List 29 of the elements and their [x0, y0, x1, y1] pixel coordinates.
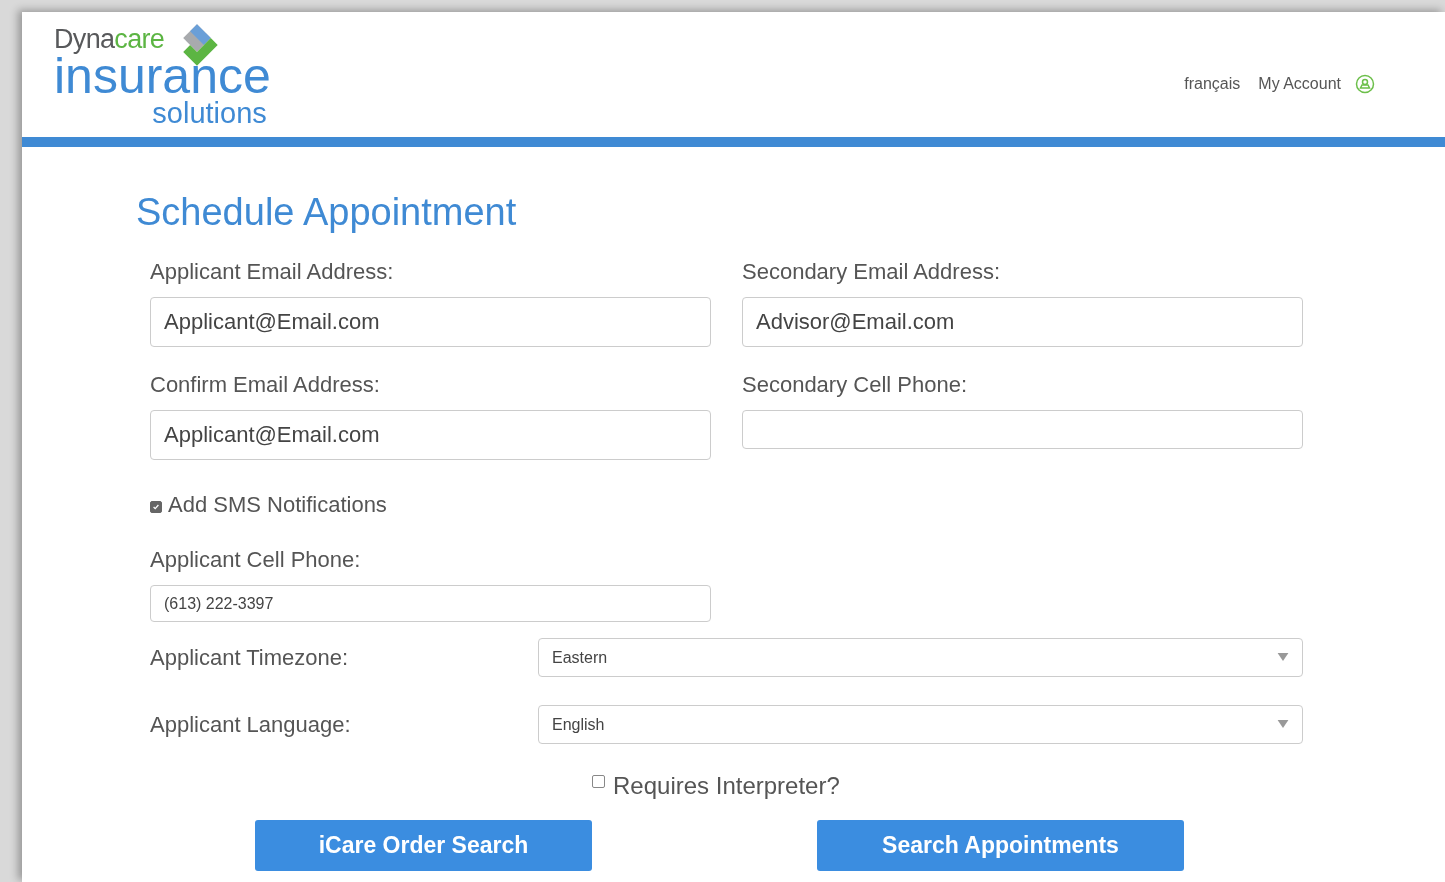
- logo-subtitle: solutions: [152, 99, 267, 128]
- field-label: Applicant Cell Phone:: [150, 549, 362, 571]
- checkbox[interactable]: [150, 500, 162, 513]
- input-field[interactable]: Applicant@Email.com: [150, 410, 711, 460]
- logo-wordmark: care: [114, 26, 165, 53]
- logo-title: insurance: [54, 54, 271, 99]
- field-label: Applicant Timezone:: [150, 644, 350, 672]
- logo-wordmark: Dyna: [54, 26, 115, 53]
- page-title: Schedule Appointment: [136, 193, 518, 231]
- input-field[interactable]: Applicant@Email.com: [150, 297, 711, 347]
- select-field[interactable]: Eastern: [538, 638, 1303, 677]
- field-label: Secondary Cell Phone:: [742, 374, 969, 396]
- account-link[interactable]: My Account: [1258, 72, 1375, 96]
- checkmark-icon: [152, 502, 160, 511]
- field-label: Confirm Email Address:: [150, 374, 381, 396]
- checkbox[interactable]: [592, 774, 605, 788]
- field-label: Secondary Email Address:: [742, 261, 1002, 283]
- caret-icon: [1277, 653, 1289, 662]
- caret-icon: [1277, 720, 1289, 729]
- input-field[interactable]: [742, 410, 1303, 449]
- input-field[interactable]: Advisor@Email.com: [742, 297, 1303, 347]
- field-label: Applicant Language:: [150, 711, 352, 739]
- user-icon: [1355, 74, 1375, 94]
- checkbox-label: Requires Interpreter?: [613, 771, 840, 801]
- input-field[interactable]: (613) 222-3397: [150, 585, 711, 622]
- field-label: Applicant Email Address:: [150, 261, 395, 283]
- select-field[interactable]: English: [538, 705, 1303, 744]
- language-link[interactable]: français: [1184, 72, 1241, 96]
- checkbox-label: Add SMS Notifications: [168, 491, 387, 519]
